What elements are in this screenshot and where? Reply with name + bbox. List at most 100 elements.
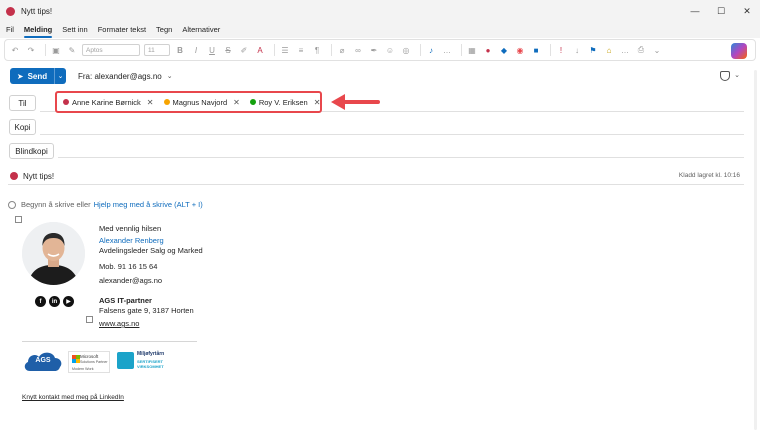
addin-icon[interactable]: ◉: [514, 44, 526, 56]
cc-button[interactable]: Kopi: [9, 119, 36, 135]
remove-recipient-icon[interactable]: ✕: [147, 98, 154, 107]
bcc-button[interactable]: Blindkopi: [9, 143, 54, 159]
ms-logo-line2: Solutions Partner: [80, 360, 108, 364]
immersive-reader-icon[interactable]: ●: [482, 44, 494, 56]
sig-mobile: Mob. 91 16 15 64: [99, 262, 158, 271]
italic-icon[interactable]: I: [190, 44, 202, 56]
ms-logo-line1: Microsoft: [80, 354, 99, 359]
loop-icon[interactable]: ◎: [400, 44, 412, 56]
microsoft-partner-logo: Microsoft Solutions Partner Modern Work: [68, 351, 110, 373]
hint-text: Begynn å skrive eller: [21, 200, 91, 209]
paste-icon[interactable]: ▣: [50, 44, 62, 56]
send-options-dropdown[interactable]: ⌄: [54, 68, 66, 84]
menu-tegn[interactable]: Tegn: [156, 25, 172, 35]
copilot-icon[interactable]: [731, 43, 747, 59]
importance-icon[interactable]: !: [555, 44, 567, 56]
linkedin-icon[interactable]: in: [49, 296, 60, 307]
viva-icon[interactable]: ◆: [498, 44, 510, 56]
print-icon[interactable]: ⎙: [635, 44, 647, 56]
send-row: ➤ Send ⌄ Fra: alexander@ags.no ⌄: [10, 68, 173, 84]
ribbon-divider: [420, 44, 421, 56]
ags-logo-text: AGS: [35, 357, 51, 364]
avatar: [22, 222, 85, 285]
help-me-write-link[interactable]: Hjelp meg med å skrive (ALT + I): [94, 200, 203, 209]
image-placeholder-checkbox[interactable]: [15, 216, 22, 223]
ribbon-toolbar: ↶ ↷ ▣ ✎ Aptos 11 B I U S ✐ A ☰ ≡ ¶ ⌀ ∞ ✒…: [4, 39, 756, 61]
numbering-icon[interactable]: ≡: [295, 44, 307, 56]
highlight-icon[interactable]: ✐: [238, 44, 250, 56]
minimize-button[interactable]: —: [682, 0, 708, 22]
dictate-icon[interactable]: ♪: [425, 44, 437, 56]
image-placeholder-checkbox[interactable]: [86, 316, 93, 323]
chevron-down-icon[interactable]: ⌄: [734, 71, 740, 79]
linkedin-connect-link[interactable]: Knytt kontakt med meg på LinkedIn: [22, 394, 124, 401]
remove-recipient-icon[interactable]: ✕: [314, 98, 321, 107]
recipient-chip[interactable]: Anne Karine Børnick ✕: [63, 98, 154, 107]
emoji-icon[interactable]: ☺: [384, 44, 396, 56]
youtube-icon[interactable]: ▶: [63, 296, 74, 307]
ribbon-divider: [461, 44, 462, 56]
sig-company: AGS IT-partner: [99, 296, 152, 305]
menu-fil[interactable]: Fil: [6, 25, 14, 35]
facebook-icon[interactable]: f: [35, 296, 46, 307]
from-field[interactable]: Fra: alexander@ags.no: [78, 72, 162, 81]
font-name-select[interactable]: Aptos: [82, 44, 140, 56]
shield-icon[interactable]: [720, 71, 730, 81]
format-painter-icon[interactable]: ✎: [66, 44, 78, 56]
menu-alternativer[interactable]: Alternativer: [182, 25, 220, 35]
ribbon-divider: [550, 44, 551, 56]
underline-icon[interactable]: U: [206, 44, 218, 56]
sensitivity-icon[interactable]: ⌂: [603, 44, 615, 56]
recipients-box[interactable]: Anne Karine Børnick ✕ Magnus Navjord ✕ R…: [55, 91, 322, 113]
recipient-name: Roy V. Eriksen: [258, 97, 308, 107]
link-icon[interactable]: ∞: [352, 44, 364, 56]
miljofyrtarn-logo: Miljøfyrtårn SERTIFISERT VIRKSOMHET: [117, 350, 177, 372]
to-button[interactable]: Til: [9, 95, 36, 111]
paragraph-icon[interactable]: ¶: [311, 44, 323, 56]
low-importance-icon[interactable]: ↓: [571, 44, 583, 56]
presence-icon: [63, 99, 69, 105]
font-color-icon[interactable]: A: [254, 44, 266, 56]
signature-icon[interactable]: ✒: [368, 44, 380, 56]
env-logo-line1: Miljøfyrtårn: [137, 351, 165, 357]
tag-icon[interactable]: ⚑: [587, 44, 599, 56]
remove-recipient-icon[interactable]: ✕: [233, 98, 240, 107]
ribbon-divider: [45, 44, 46, 56]
sig-website-link[interactable]: www.ags.no: [99, 319, 139, 328]
window-title: Nytt tips!: [21, 6, 53, 16]
saved-status: Kladd lagret kl. 10:16: [678, 172, 740, 179]
chevron-down-icon: ⌄: [57, 73, 64, 80]
attach-icon[interactable]: ⌀: [336, 44, 348, 56]
recipient-chip[interactable]: Roy V. Eriksen ✕: [249, 97, 321, 107]
sig-email[interactable]: alexander@ags.no: [99, 276, 162, 285]
menu-formater-tekst[interactable]: Formater tekst: [98, 25, 146, 35]
subject-underline: [8, 184, 744, 185]
undo-icon[interactable]: ↶: [9, 44, 21, 56]
table-icon[interactable]: ▦: [466, 44, 478, 56]
signature-divider: [22, 341, 197, 342]
more-options-icon[interactable]: …: [441, 44, 453, 56]
apps-icon[interactable]: ■: [530, 44, 542, 56]
bcc-underline: [58, 157, 744, 158]
redo-icon[interactable]: ↷: [25, 44, 37, 56]
font-size-select[interactable]: 11: [144, 44, 170, 56]
subject-field[interactable]: Nytt tips!: [10, 170, 54, 182]
send-button[interactable]: ➤ Send: [10, 68, 54, 84]
chevron-down-icon[interactable]: ⌄: [167, 72, 173, 80]
more-icon[interactable]: …: [619, 44, 631, 56]
presence-icon: [163, 99, 170, 105]
recipient-name: Anne Karine Børnick: [72, 97, 141, 107]
expand-ribbon-icon[interactable]: ⌄: [651, 44, 663, 56]
scrollbar[interactable]: [754, 70, 757, 430]
close-button[interactable]: ✕: [734, 0, 760, 22]
send-label: Send: [27, 71, 48, 81]
bullets-icon[interactable]: ☰: [279, 44, 291, 56]
sig-address: Falsens gate 9, 3187 Horten: [99, 306, 194, 315]
recipient-chip[interactable]: Magnus Navjord ✕: [163, 98, 240, 107]
menu-sett-inn[interactable]: Sett inn: [62, 25, 87, 35]
bold-icon[interactable]: B: [174, 44, 186, 56]
menu-melding[interactable]: Melding: [23, 25, 53, 38]
sig-name: Alexander Renberg: [99, 236, 164, 245]
strikethrough-icon[interactable]: S: [222, 44, 234, 56]
maximize-button[interactable]: ☐: [708, 0, 734, 22]
